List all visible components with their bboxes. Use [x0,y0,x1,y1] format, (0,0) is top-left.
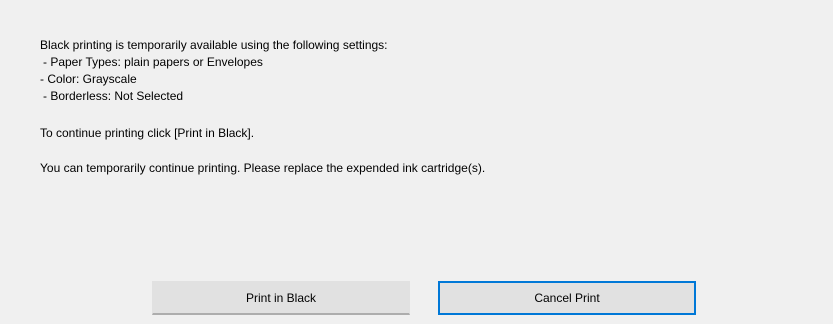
cancel-print-button[interactable]: Cancel Print [438,281,696,315]
replace-cartridge-notice: You can temporarily continue printing. P… [40,161,486,175]
print-in-black-button[interactable]: Print in Black [152,281,410,315]
dialog-message: Black printing is temporarily available … [40,37,800,177]
setting-borderless: - Borderless: Not Selected [43,89,184,103]
continue-instruction: To continue printing click [Print in Bla… [40,126,255,140]
message-intro: Black printing is temporarily available … [40,38,388,52]
setting-color: - Color: Grayscale [40,72,137,86]
setting-paper-types: - Paper Types: plain papers or Envelopes [43,55,263,69]
